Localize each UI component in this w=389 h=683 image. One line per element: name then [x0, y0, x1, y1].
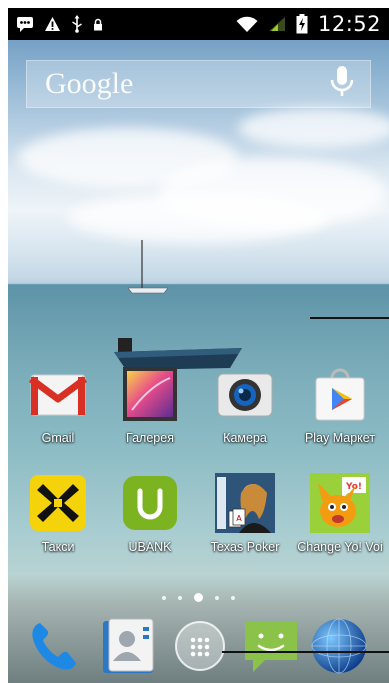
app-label: Change Yo! Voi: [297, 540, 383, 554]
svg-text:A: A: [236, 514, 242, 523]
browser-globe-icon[interactable]: [310, 617, 368, 675]
gallery-icon[interactable]: [119, 363, 181, 425]
app-texas-poker[interactable]: A Texas Poker: [197, 472, 293, 554]
microphone-icon[interactable]: [328, 65, 356, 104]
app-label: Play Маркет: [304, 431, 376, 445]
ubank-icon[interactable]: [119, 472, 181, 534]
marker-line-top: [310, 317, 389, 319]
page-dot: [178, 595, 182, 600]
marker-line-bottom: [222, 651, 389, 653]
wifi-icon: [236, 16, 258, 33]
bbm-chat-icon: [16, 16, 34, 32]
battery-charging-icon: [296, 14, 308, 34]
app-taxi[interactable]: Такси: [10, 472, 106, 554]
app-camera[interactable]: Камера: [197, 363, 293, 445]
app-play-store[interactable]: Play Маркет: [292, 363, 388, 445]
change-yo-voice-icon[interactable]: Yo!: [309, 472, 371, 534]
app-label: Галерея: [126, 431, 174, 445]
page-dot: [162, 595, 166, 600]
sailboat-image: [127, 240, 169, 294]
app-label: Texas Poker: [210, 540, 280, 554]
status-bar: 12:52: [8, 8, 389, 40]
taxi-icon[interactable]: [27, 472, 89, 534]
app-label: UBANK: [128, 540, 172, 554]
app-label: Gmail: [41, 431, 75, 445]
google-logo[interactable]: Google: [45, 67, 133, 101]
app-label: Камера: [223, 431, 267, 445]
messaging-icon[interactable]: [242, 617, 300, 675]
home-screen: 12:52 Google Gmail Галерея Камера Play М…: [8, 8, 389, 683]
lock-icon: [93, 18, 103, 31]
app-gallery[interactable]: Галерея: [102, 363, 198, 445]
warning-icon: [44, 16, 61, 32]
gmail-icon[interactable]: [27, 363, 89, 425]
camera-icon[interactable]: [214, 363, 276, 425]
page-dot: [231, 595, 235, 600]
app-drawer-icon[interactable]: [171, 617, 229, 675]
status-clock: 12:52: [317, 12, 381, 36]
app-label: Такси: [41, 540, 75, 554]
page-dot: [215, 595, 219, 600]
signal-icon: [268, 16, 286, 32]
page-indicator: [8, 593, 389, 602]
app-ubank[interactable]: UBANK: [102, 472, 198, 554]
app-change-yo-voice[interactable]: Yo! Change Yo! Voi: [292, 472, 388, 554]
app-gmail[interactable]: Gmail: [10, 363, 106, 445]
play-store-icon[interactable]: [309, 363, 371, 425]
contacts-icon[interactable]: [100, 617, 158, 675]
dock: [8, 613, 389, 683]
texas-poker-icon[interactable]: A: [214, 472, 276, 534]
phone-icon[interactable]: [24, 617, 82, 675]
page-dot-active: [194, 593, 203, 602]
usb-icon: [71, 15, 83, 33]
google-search-bar[interactable]: Google: [26, 60, 371, 108]
